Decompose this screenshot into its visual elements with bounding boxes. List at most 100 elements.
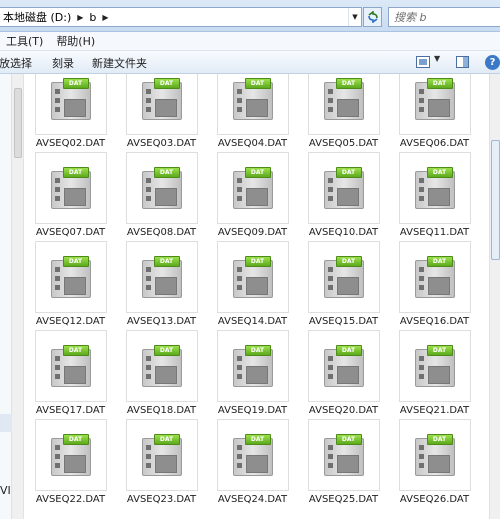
file-thumbnail[interactable]: DAT <box>398 152 471 224</box>
new-folder-button[interactable]: 新建文件夹 <box>92 55 147 71</box>
file-item[interactable]: DAT AVSEQ05.DAT <box>298 74 389 152</box>
nav-scroll-thumb[interactable] <box>14 88 22 158</box>
file-item[interactable]: DAT AVSEQ17.DAT <box>25 330 116 419</box>
film-window <box>63 366 86 384</box>
file-thumbnail[interactable]: DAT <box>34 152 107 224</box>
file-thumbnail[interactable]: DAT <box>34 74 107 135</box>
file-name[interactable]: AVSEQ11.DAT <box>400 227 469 238</box>
file-name[interactable]: AVSEQ21.DAT <box>400 405 469 416</box>
menu-item-tools[interactable]: 工具(T) <box>6 33 43 49</box>
file-thumbnail[interactable]: DAT <box>216 330 289 402</box>
nav-item-label[interactable]: VI <box>0 484 11 497</box>
file-item[interactable]: DAT AVSEQ04.DAT <box>207 74 298 152</box>
file-item[interactable]: DAT AVSEQ15.DAT <box>298 241 389 330</box>
file-name[interactable]: AVSEQ09.DAT <box>218 227 287 238</box>
burn-button[interactable]: 刻录 <box>52 55 74 71</box>
file-name[interactable]: AVSEQ20.DAT <box>309 405 378 416</box>
file-name[interactable]: AVSEQ18.DAT <box>127 405 196 416</box>
file-name[interactable]: AVSEQ04.DAT <box>218 138 287 149</box>
file-item[interactable]: DAT AVSEQ02.DAT <box>25 74 116 152</box>
file-item[interactable]: DAT AVSEQ09.DAT <box>207 152 298 241</box>
help-icon[interactable]: ? <box>485 55 500 70</box>
menu-item-help[interactable]: 帮助(H) <box>56 33 95 49</box>
file-thumbnail[interactable]: DAT <box>34 241 107 313</box>
file-name[interactable]: AVSEQ07.DAT <box>36 227 105 238</box>
file-thumbnail[interactable]: DAT <box>125 419 198 491</box>
file-thumbnail[interactable]: DAT <box>34 419 107 491</box>
file-name[interactable]: AVSEQ16.DAT <box>400 316 469 327</box>
file-thumbnail[interactable]: DAT <box>216 152 289 224</box>
file-item[interactable]: DAT AVSEQ14.DAT <box>207 241 298 330</box>
file-name[interactable]: AVSEQ26.DAT <box>400 494 469 505</box>
file-name[interactable]: AVSEQ22.DAT <box>36 494 105 505</box>
refresh-button[interactable] <box>363 7 382 27</box>
play-selection-button[interactable]: 播放选择 <box>0 55 32 71</box>
preview-pane-icon[interactable] <box>456 56 469 68</box>
file-name[interactable]: AVSEQ03.DAT <box>127 138 196 149</box>
file-thumbnail[interactable]: DAT <box>125 241 198 313</box>
file-item[interactable]: DAT AVSEQ25.DAT <box>298 419 389 508</box>
file-name[interactable]: AVSEQ02.DAT <box>36 138 105 149</box>
file-item[interactable]: DAT AVSEQ19.DAT <box>207 330 298 419</box>
search-box[interactable] <box>388 7 500 27</box>
address-history-dropdown[interactable]: ▼ <box>348 8 361 26</box>
file-thumbnail[interactable]: DAT <box>398 74 471 135</box>
file-item[interactable]: DAT AVSEQ07.DAT <box>25 152 116 241</box>
breadcrumb-drive[interactable]: 本地磁盘 (D:) <box>3 9 71 25</box>
vertical-scrollbar[interactable] <box>489 74 500 519</box>
breadcrumb-folder[interactable]: b <box>89 11 96 24</box>
file-thumbnail[interactable]: DAT <box>216 419 289 491</box>
file-name[interactable]: AVSEQ06.DAT <box>400 138 469 149</box>
file-item[interactable]: DAT AVSEQ24.DAT <box>207 419 298 508</box>
file-name[interactable]: AVSEQ08.DAT <box>127 227 196 238</box>
file-item[interactable]: DAT AVSEQ06.DAT <box>389 74 480 152</box>
file-item[interactable]: DAT AVSEQ21.DAT <box>389 330 480 419</box>
file-name[interactable]: AVSEQ24.DAT <box>218 494 287 505</box>
chevron-right-icon[interactable]: ▶ <box>77 13 83 22</box>
nav-pane-scrollbar[interactable] <box>12 74 24 519</box>
file-thumbnail[interactable]: DAT <box>307 330 380 402</box>
file-thumbnail[interactable]: DAT <box>307 152 380 224</box>
chevron-right-icon[interactable]: ▶ <box>102 13 108 22</box>
file-thumbnail[interactable]: DAT <box>398 241 471 313</box>
file-thumbnail[interactable]: DAT <box>34 330 107 402</box>
file-name[interactable]: AVSEQ19.DAT <box>218 405 287 416</box>
file-name[interactable]: AVSEQ23.DAT <box>127 494 196 505</box>
file-thumbnail[interactable]: DAT <box>398 419 471 491</box>
file-item[interactable]: DAT AVSEQ12.DAT <box>25 241 116 330</box>
scroll-thumb[interactable] <box>491 140 500 260</box>
file-name[interactable]: AVSEQ25.DAT <box>309 494 378 505</box>
file-item[interactable]: DAT AVSEQ08.DAT <box>116 152 207 241</box>
file-name[interactable]: AVSEQ10.DAT <box>309 227 378 238</box>
file-name[interactable]: AVSEQ17.DAT <box>36 405 105 416</box>
file-item[interactable]: DAT AVSEQ23.DAT <box>116 419 207 508</box>
file-item[interactable]: DAT AVSEQ13.DAT <box>116 241 207 330</box>
file-thumbnail[interactable]: DAT <box>398 330 471 402</box>
file-thumbnail[interactable]: DAT <box>307 419 380 491</box>
file-item[interactable]: DAT AVSEQ10.DAT <box>298 152 389 241</box>
nav-selected-item[interactable] <box>0 414 12 432</box>
file-item[interactable]: DAT AVSEQ11.DAT <box>389 152 480 241</box>
search-input[interactable] <box>394 10 500 24</box>
file-thumbnail[interactable]: DAT <box>216 74 289 135</box>
file-item[interactable]: DAT AVSEQ03.DAT <box>116 74 207 152</box>
file-name[interactable]: AVSEQ12.DAT <box>36 316 105 327</box>
file-item[interactable]: DAT AVSEQ26.DAT <box>389 419 480 508</box>
file-name[interactable]: AVSEQ13.DAT <box>127 316 196 327</box>
file-name[interactable]: AVSEQ14.DAT <box>218 316 287 327</box>
file-thumbnail[interactable]: DAT <box>307 74 380 135</box>
file-thumbnail[interactable]: DAT <box>216 241 289 313</box>
file-thumbnail[interactable]: DAT <box>125 330 198 402</box>
file-item[interactable]: DAT AVSEQ18.DAT <box>116 330 207 419</box>
view-dropdown-icon[interactable]: ▼ <box>434 54 440 63</box>
file-thumbnail[interactable]: DAT <box>307 241 380 313</box>
file-item[interactable]: DAT AVSEQ16.DAT <box>389 241 480 330</box>
change-view-icon[interactable] <box>416 56 430 68</box>
file-name[interactable]: AVSEQ05.DAT <box>309 138 378 149</box>
file-thumbnail[interactable]: DAT <box>125 152 198 224</box>
file-thumbnail[interactable]: DAT <box>125 74 198 135</box>
file-item[interactable]: DAT AVSEQ22.DAT <box>25 419 116 508</box>
address-bar[interactable]: 本地磁盘 (D:) ▶ b ▶ ▼ <box>0 7 362 27</box>
file-item[interactable]: DAT AVSEQ20.DAT <box>298 330 389 419</box>
file-name[interactable]: AVSEQ15.DAT <box>309 316 378 327</box>
